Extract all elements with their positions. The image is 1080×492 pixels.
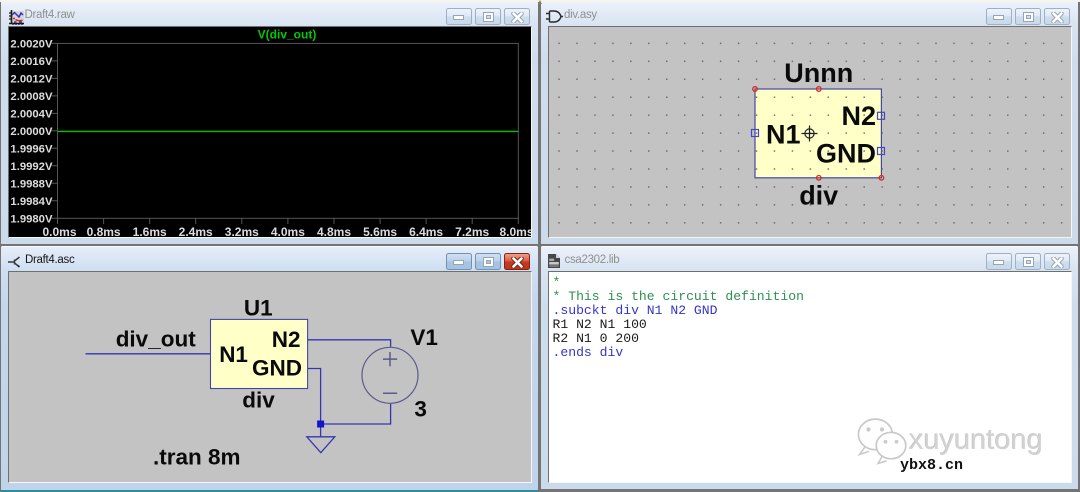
svg-text:3: 3 (414, 397, 427, 422)
svg-text:N1: N1 (766, 119, 801, 149)
svg-text:2.0004V: 2.0004V (10, 109, 53, 121)
svg-text:1.9980V: 1.9980V (10, 214, 53, 226)
svg-text:V1: V1 (410, 325, 438, 350)
svg-text:4.0ms: 4.0ms (271, 225, 305, 237)
svg-text:2.0012V: 2.0012V (10, 74, 53, 86)
svg-text:0.0ms: 0.0ms (42, 225, 76, 237)
svg-text:3.2ms: 3.2ms (225, 225, 259, 237)
svg-text:8.0ms: 8.0ms (499, 225, 531, 237)
svg-text:1.6ms: 1.6ms (133, 225, 167, 237)
svg-text:2.0016V: 2.0016V (10, 56, 53, 68)
svg-text:GND: GND (252, 355, 302, 380)
svg-text:div_out: div_out (116, 327, 197, 352)
svg-text:1.9984V: 1.9984V (10, 196, 53, 208)
svg-text:V(div_out): V(div_out) (258, 28, 317, 42)
svg-text:div: div (799, 181, 838, 211)
svg-text:2.4ms: 2.4ms (179, 225, 213, 237)
svg-text:1.9988V: 1.9988V (10, 179, 53, 191)
svg-text:N1: N1 (219, 342, 248, 367)
svg-text:7.2ms: 7.2ms (455, 225, 489, 237)
svg-text:N2: N2 (841, 101, 876, 131)
svg-text:1.9996V: 1.9996V (10, 144, 53, 156)
svg-text:2.0020V: 2.0020V (10, 39, 53, 51)
svg-text:2.0008V: 2.0008V (10, 91, 53, 103)
svg-text:0.8ms: 0.8ms (87, 225, 121, 237)
svg-text:div: div (242, 388, 275, 413)
svg-text:4.8ms: 4.8ms (317, 225, 351, 237)
svg-text:2.0000V: 2.0000V (10, 126, 53, 138)
svg-text:GND: GND (816, 138, 876, 168)
svg-text:U1: U1 (244, 295, 273, 320)
svg-text:5.6ms: 5.6ms (363, 225, 397, 237)
svg-text:1.9992V: 1.9992V (10, 161, 53, 173)
svg-text:Unnn: Unnn (784, 58, 853, 88)
svg-text:.tran 8m: .tran 8m (153, 445, 241, 470)
svg-text:6.4ms: 6.4ms (409, 225, 443, 237)
svg-text:N2: N2 (272, 327, 301, 352)
